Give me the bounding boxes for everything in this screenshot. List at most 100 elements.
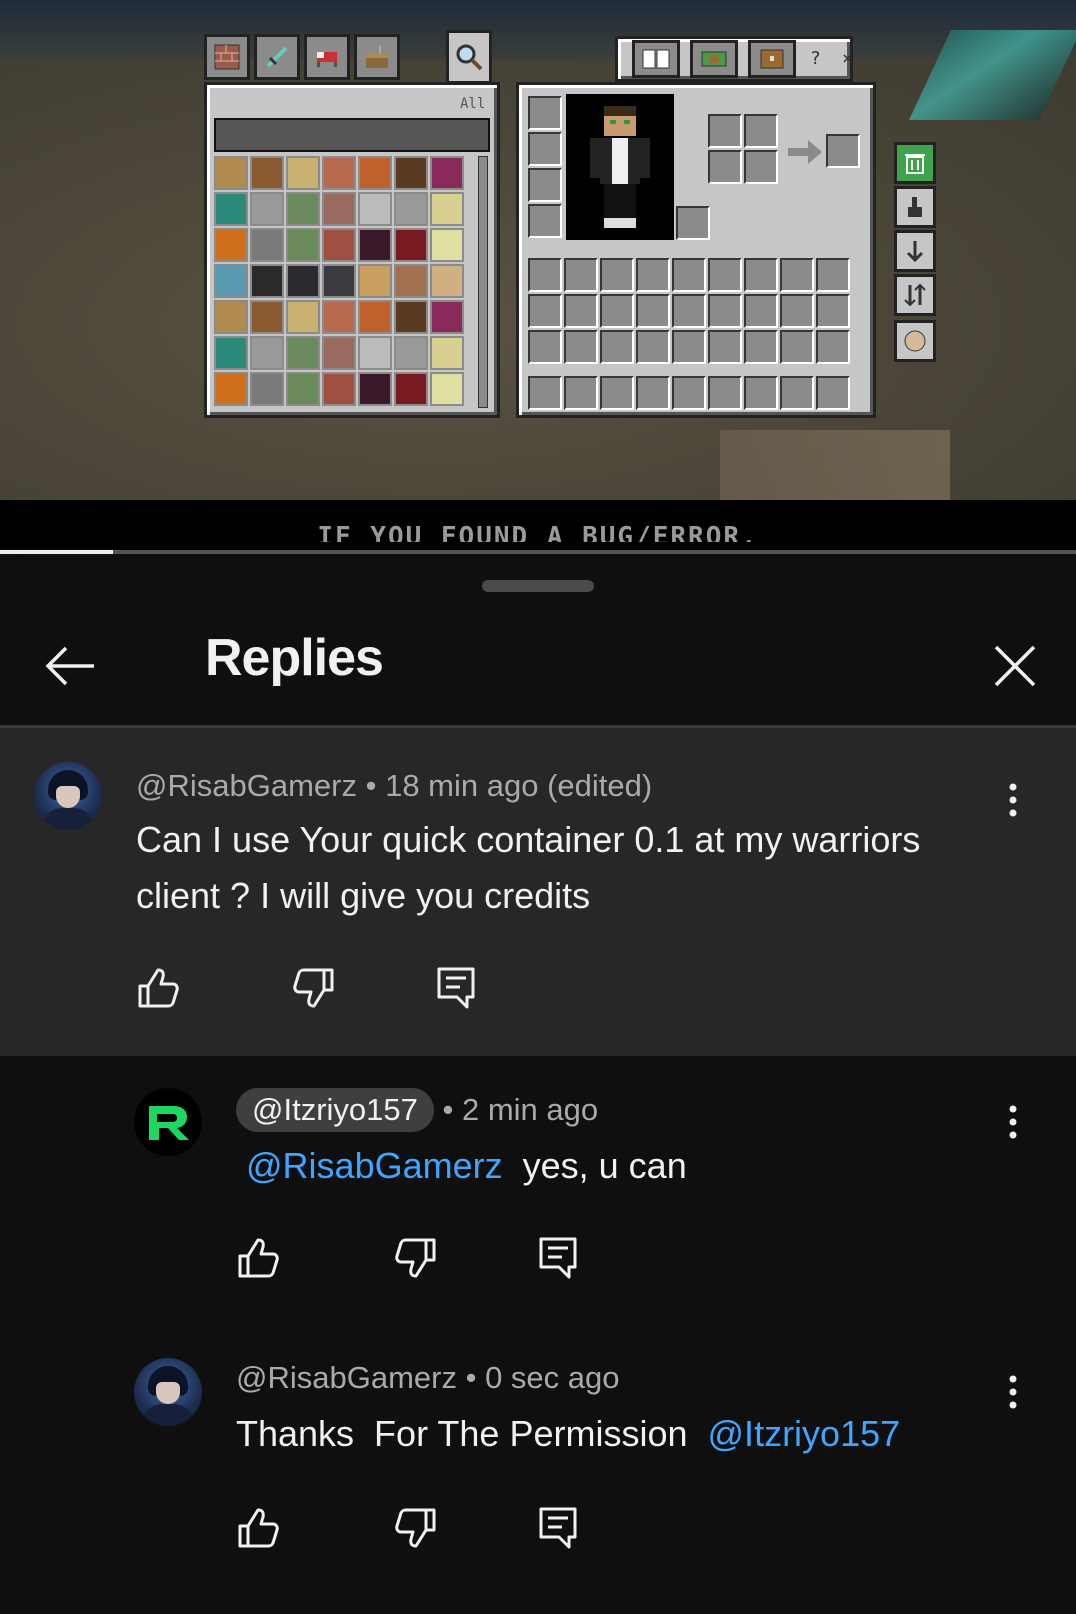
avatar[interactable] bbox=[134, 1088, 202, 1156]
inventory-slot[interactable] bbox=[708, 330, 742, 364]
inventory-slot[interactable] bbox=[744, 376, 778, 410]
inventory-item[interactable] bbox=[322, 228, 356, 262]
inventory-item[interactable] bbox=[322, 300, 356, 334]
inventory-item[interactable] bbox=[430, 156, 464, 190]
like-button[interactable] bbox=[134, 964, 182, 1012]
inventory-slot[interactable] bbox=[780, 376, 814, 410]
inventory-item[interactable] bbox=[394, 300, 428, 334]
inventory-slot[interactable] bbox=[528, 294, 562, 328]
inventory-item[interactable] bbox=[358, 228, 392, 262]
inventory-item[interactable] bbox=[358, 372, 392, 406]
shield-slot[interactable] bbox=[676, 206, 710, 240]
inventory-item[interactable] bbox=[394, 192, 428, 226]
inventory-slot[interactable] bbox=[528, 376, 562, 410]
inventory-item[interactable] bbox=[214, 192, 248, 226]
boots-slot[interactable] bbox=[528, 204, 562, 238]
search-tab[interactable] bbox=[446, 30, 492, 84]
inventory-item[interactable] bbox=[430, 192, 464, 226]
inventory-item[interactable] bbox=[322, 264, 356, 298]
sort-icon[interactable] bbox=[894, 274, 936, 316]
inventory-item[interactable] bbox=[250, 264, 284, 298]
inventory-slot[interactable] bbox=[636, 330, 670, 364]
dislike-button[interactable] bbox=[392, 1504, 440, 1552]
more-options-button[interactable] bbox=[993, 1368, 1033, 1416]
inventory-item[interactable] bbox=[250, 156, 284, 190]
trash-icon[interactable] bbox=[894, 142, 936, 184]
inventory-item[interactable] bbox=[358, 156, 392, 190]
inventory-item[interactable] bbox=[286, 156, 320, 190]
crafting-slot[interactable] bbox=[744, 150, 778, 184]
inventory-slot[interactable] bbox=[636, 376, 670, 410]
inventory-item[interactable] bbox=[250, 228, 284, 262]
back-button[interactable] bbox=[40, 636, 100, 696]
close-button[interactable] bbox=[985, 636, 1045, 696]
inventory-slot[interactable] bbox=[744, 258, 778, 292]
video-player[interactable]: All ? × IF YOU FOUND A BUG/ERROR, bbox=[0, 0, 1076, 552]
comment-author[interactable]: @RisabGamerz bbox=[136, 768, 357, 803]
inventory-slot[interactable] bbox=[600, 330, 634, 364]
mention-link[interactable]: @Itzriyo157 bbox=[708, 1413, 901, 1454]
reply-button[interactable] bbox=[534, 1234, 582, 1282]
inventory-item[interactable] bbox=[250, 336, 284, 370]
comment-author[interactable]: @RisabGamerz bbox=[236, 1360, 457, 1395]
inventory-slot[interactable] bbox=[600, 258, 634, 292]
dislike-button[interactable] bbox=[290, 964, 338, 1012]
inventory-slot[interactable] bbox=[708, 294, 742, 328]
inventory-item[interactable] bbox=[394, 228, 428, 262]
inventory-slot[interactable] bbox=[672, 258, 706, 292]
inventory-slot[interactable] bbox=[636, 294, 670, 328]
inventory-item[interactable] bbox=[358, 192, 392, 226]
mention-link[interactable]: @RisabGamerz bbox=[246, 1145, 503, 1186]
like-button[interactable] bbox=[234, 1504, 282, 1552]
inventory-item[interactable] bbox=[286, 264, 320, 298]
inventory-item[interactable] bbox=[286, 228, 320, 262]
more-options-button[interactable] bbox=[993, 1098, 1033, 1146]
reply-button[interactable] bbox=[432, 964, 480, 1012]
inventory-item[interactable] bbox=[430, 264, 464, 298]
inventory-slot[interactable] bbox=[780, 258, 814, 292]
inventory-slot[interactable] bbox=[564, 294, 598, 328]
creator-chip[interactable]: @Itzriyo157 bbox=[236, 1088, 434, 1132]
inventory-item[interactable] bbox=[322, 336, 356, 370]
inventory-item[interactable] bbox=[250, 300, 284, 334]
crafting-slot[interactable] bbox=[708, 150, 742, 184]
inventory-slot[interactable] bbox=[708, 258, 742, 292]
inventory-item[interactable] bbox=[286, 300, 320, 334]
inventory-item[interactable] bbox=[358, 336, 392, 370]
inventory-slot[interactable] bbox=[672, 330, 706, 364]
inventory-search-input[interactable] bbox=[214, 118, 490, 152]
inventory-slot[interactable] bbox=[816, 376, 850, 410]
inventory-slot[interactable] bbox=[780, 294, 814, 328]
reply-button[interactable] bbox=[534, 1504, 582, 1552]
inventory-slot[interactable] bbox=[636, 258, 670, 292]
inventory-item[interactable] bbox=[322, 156, 356, 190]
inventory-item[interactable] bbox=[394, 336, 428, 370]
inventory-item[interactable] bbox=[250, 192, 284, 226]
inventory-item[interactable] bbox=[286, 372, 320, 406]
inventory-slot[interactable] bbox=[564, 258, 598, 292]
inventory-slot[interactable] bbox=[528, 258, 562, 292]
chestplate-slot[interactable] bbox=[528, 132, 562, 166]
crafting-slot[interactable] bbox=[708, 114, 742, 148]
inventory-item[interactable] bbox=[286, 336, 320, 370]
inventory-slot[interactable] bbox=[528, 330, 562, 364]
inventory-slot[interactable] bbox=[780, 330, 814, 364]
inventory-item[interactable] bbox=[394, 372, 428, 406]
pointer-icon[interactable] bbox=[894, 186, 936, 228]
avatar[interactable] bbox=[34, 762, 102, 830]
chest-minecart-icon[interactable] bbox=[690, 40, 738, 78]
inventory-item[interactable] bbox=[214, 228, 248, 262]
inventory-item[interactable] bbox=[394, 156, 428, 190]
inventory-slot[interactable] bbox=[564, 376, 598, 410]
arrow-down-icon[interactable] bbox=[894, 230, 936, 272]
inventory-item[interactable] bbox=[214, 156, 248, 190]
inventory-item[interactable] bbox=[214, 264, 248, 298]
help-button[interactable]: ? bbox=[810, 48, 821, 69]
inventory-item[interactable] bbox=[358, 300, 392, 334]
inventory-item[interactable] bbox=[430, 336, 464, 370]
drag-handle[interactable] bbox=[482, 580, 594, 592]
inventory-slot[interactable] bbox=[708, 376, 742, 410]
inventory-item[interactable] bbox=[430, 300, 464, 334]
avatar[interactable] bbox=[134, 1358, 202, 1426]
inventory-item[interactable] bbox=[250, 372, 284, 406]
